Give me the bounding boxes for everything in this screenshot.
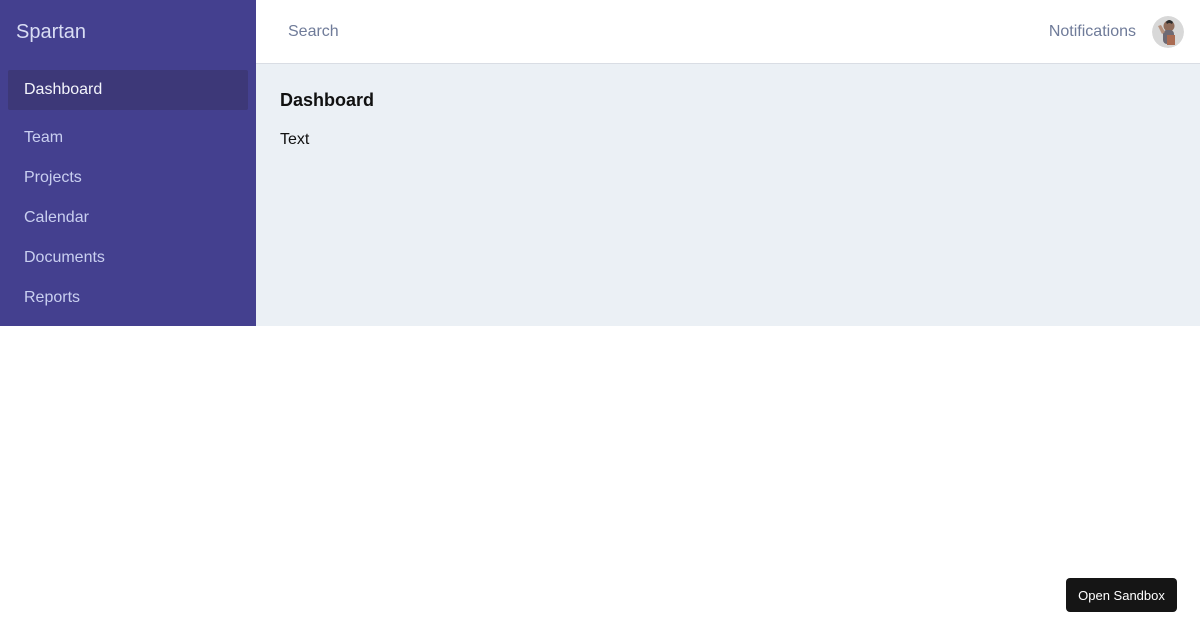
sidebar-item-label: Dashboard	[24, 81, 103, 98]
sidebar-item-reports[interactable]: Reports	[8, 278, 248, 318]
notifications-link[interactable]: Notifications	[1049, 23, 1136, 41]
app-shell: Spartan Dashboard Team Projects Calendar…	[0, 0, 1200, 326]
main-area: Notifications Dashboard Text	[256, 0, 1200, 326]
sidebar-item-label: Projects	[24, 169, 82, 186]
sidebar-item-projects[interactable]: Projects	[8, 158, 248, 198]
user-avatar-icon[interactable]	[1152, 15, 1184, 48]
page-content: Dashboard Text	[256, 64, 1200, 175]
brand-name: Spartan	[16, 20, 87, 43]
top-bar: Notifications	[256, 0, 1200, 64]
sidebar-item-documents[interactable]: Documents	[8, 238, 248, 278]
sidebar-item-dashboard[interactable]: Dashboard	[8, 70, 248, 110]
sidebar-item-team[interactable]: Team	[8, 118, 248, 158]
page-text: Text	[280, 131, 310, 148]
open-sandbox-button[interactable]: Open Sandbox	[1066, 578, 1177, 612]
sidebar-item-label: Calendar	[24, 209, 89, 226]
page-title: Dashboard	[280, 90, 375, 110]
sidebar-item-label: Reports	[24, 289, 81, 306]
search-input[interactable]	[288, 22, 588, 41]
user-avatar-icon	[1152, 15, 1184, 48]
top-bar-actions: Notifications	[1049, 15, 1184, 48]
sidebar-item-calendar[interactable]: Calendar	[8, 198, 248, 238]
sidebar-item-label: Team	[24, 129, 64, 146]
sidebar: Spartan Dashboard Team Projects Calendar…	[0, 0, 256, 326]
sidebar-item-label: Documents	[24, 249, 105, 266]
sidebar-nav: Dashboard Team Projects Calendar Documen…	[8, 70, 248, 318]
